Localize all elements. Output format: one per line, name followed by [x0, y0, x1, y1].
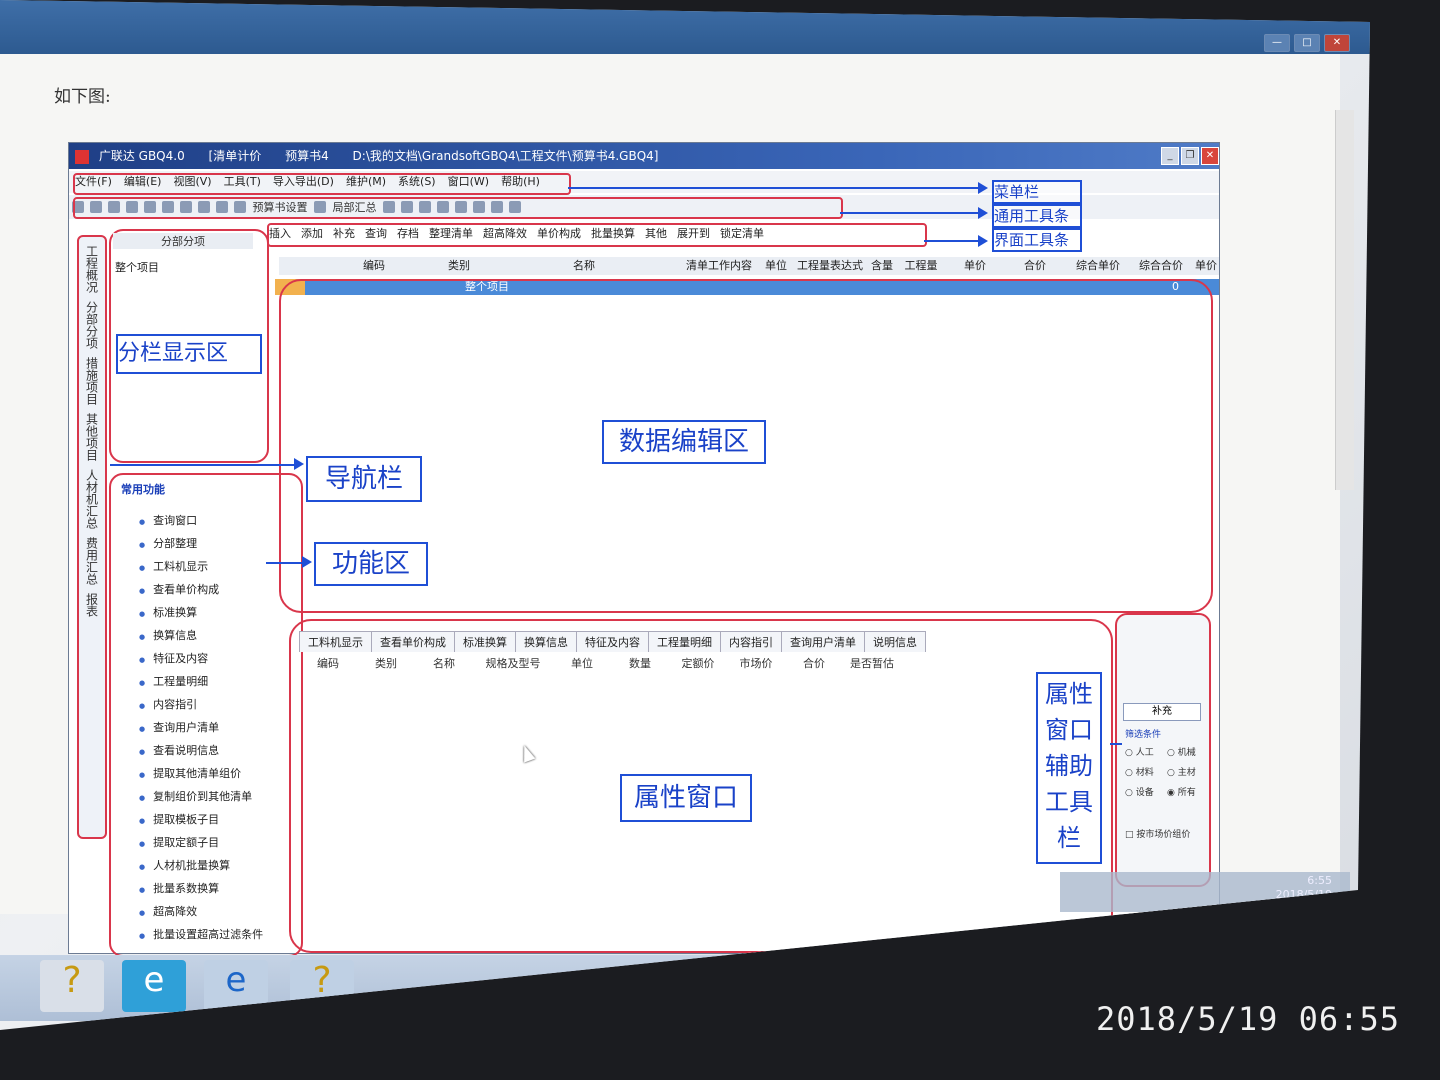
function-item[interactable]: 批量设置超高过滤条件: [139, 923, 309, 946]
tab-measures[interactable]: 措施项目: [84, 357, 101, 405]
document-scrollbar[interactable]: [1335, 110, 1354, 490]
function-title: 常用功能: [121, 483, 165, 496]
app-logo-icon: [75, 149, 89, 164]
arrow-head-icon: [294, 458, 304, 470]
tray-date: 2018/5/19: [1275, 888, 1332, 901]
option-machine[interactable]: ○ 机械: [1167, 745, 1196, 758]
app-window-controls: _ ❐ ✕: [1161, 147, 1219, 165]
ie-browser-icon[interactable]: e: [204, 960, 268, 1012]
col-unit-price-2[interactable]: 单价: [1191, 257, 1221, 273]
monitor-screen: — □ ✕ 如下图: 广联达 GBQ4.0 [清单计价 预算书4 D:\我的文档…: [0, 0, 1370, 1030]
split-header: 分部分项: [113, 233, 253, 249]
label-navbar: 导航栏: [306, 456, 422, 502]
option-main-material[interactable]: ○ 主材: [1167, 765, 1196, 778]
browser-app-icon[interactable]: e: [122, 960, 186, 1012]
fill-button[interactable]: 补充: [1123, 703, 1201, 721]
help-app-icon[interactable]: ?: [40, 960, 104, 1012]
arrow-line: [924, 240, 978, 242]
col-name[interactable]: 名称: [489, 257, 679, 273]
market-price-checkbox[interactable]: □ 按市场价组价: [1125, 827, 1201, 840]
col-qty[interactable]: 工程量: [897, 257, 945, 273]
arrow-line: [568, 187, 978, 189]
help-app-icon-2[interactable]: ?: [290, 960, 354, 1012]
interface-toolbar-highlight: [267, 223, 927, 247]
arrow-head-icon: [302, 556, 312, 568]
col-qty-expr[interactable]: 工程量表达式: [793, 257, 867, 273]
col-comp-total[interactable]: 综合合价: [1131, 257, 1191, 273]
app-minimize-button[interactable]: _: [1161, 147, 1179, 165]
app-close-button[interactable]: ✕: [1201, 147, 1219, 165]
label-data-edit: 数据编辑区: [602, 420, 766, 464]
col-content[interactable]: 含量: [867, 257, 897, 273]
minimize-button[interactable]: —: [1264, 34, 1290, 52]
label-property-aux: 属性窗口辅助工具栏: [1036, 672, 1102, 864]
arrow-head-icon: [978, 235, 988, 247]
arrow-line: [110, 464, 296, 466]
col-work-content[interactable]: 清单工作内容: [679, 257, 759, 273]
outer-window-titlebar: [0, 0, 1370, 54]
tray-time: 6:55: [1307, 874, 1332, 887]
col-unit[interactable]: 单位: [759, 257, 793, 273]
col-comp-price[interactable]: 综合单价: [1065, 257, 1131, 273]
function-item[interactable]: 特征及内容: [139, 647, 309, 670]
label-property-window: 属性窗口: [620, 774, 752, 822]
function-item[interactable]: 换算信息: [139, 624, 309, 647]
close-button[interactable]: ✕: [1324, 34, 1350, 52]
grid-header: 编码 类别 名称 清单工作内容 单位 工程量表达式 含量 工程量 单价 合价 综合单价 综合合价 单价: [279, 257, 1219, 275]
arrow-line: [1110, 743, 1122, 745]
function-item[interactable]: 提取模板子目: [139, 808, 309, 831]
arrow-head-icon: [978, 207, 988, 219]
app-titlebar: 广联达 GBQ4.0 [清单计价 预算书4 D:\我的文档\GrandsoftG…: [69, 143, 1219, 169]
tab-reports[interactable]: 报表: [84, 593, 101, 617]
arrow-head-icon: [978, 182, 988, 194]
split-tree-item[interactable]: 整个项目: [115, 259, 159, 275]
tab-materials-summary[interactable]: 人材机汇总: [84, 469, 101, 529]
function-item[interactable]: 查询用户清单: [139, 716, 309, 739]
maximize-button[interactable]: □: [1294, 34, 1320, 52]
tab-other-items[interactable]: 其他项目: [84, 413, 101, 461]
common-toolbar-highlight: [73, 197, 843, 219]
tab-project-overview[interactable]: 工程概况: [84, 245, 101, 293]
function-item[interactable]: 超高降效: [139, 900, 309, 923]
label-interface-toolbar: 界面工具条: [992, 228, 1082, 252]
title-part: 预算书4: [285, 149, 329, 163]
option-labor[interactable]: ○ 人工: [1125, 745, 1154, 758]
function-item[interactable]: 内容指引: [139, 693, 309, 716]
menubar-highlight: [73, 173, 571, 195]
function-item[interactable]: 工程量明细: [139, 670, 309, 693]
vertical-tab-strip: 工程概况 分部分项 措施项目 其他项目 人材机汇总 费用汇总 报表: [77, 235, 107, 839]
function-item[interactable]: 查看说明信息: [139, 739, 309, 762]
filter-title: 筛选条件: [1125, 730, 1162, 740]
col-code[interactable]: 编码: [319, 257, 429, 273]
function-item[interactable]: 人材机批量换算: [139, 854, 309, 877]
option-all[interactable]: ◉ 所有: [1167, 785, 1196, 798]
function-item[interactable]: 批量系数换算: [139, 877, 309, 900]
col-unit-price[interactable]: 单价: [945, 257, 1005, 273]
label-function-area: 功能区: [314, 542, 428, 586]
arrow-line: [266, 562, 304, 564]
title-part: [清单计价: [208, 149, 262, 163]
tab-sub-items[interactable]: 分部分项: [84, 301, 101, 349]
document-caption: 如下图:: [54, 87, 111, 107]
function-item[interactable]: 提取定额子目: [139, 831, 309, 854]
arrow-line: [840, 212, 978, 214]
tray-clock[interactable]: 6:55 2018/5/19: [1276, 874, 1332, 902]
label-menubar: 菜单栏: [992, 180, 1082, 204]
photo-timestamp: 2018/5/19 06:55: [1096, 1000, 1400, 1038]
app-restore-button[interactable]: ❐: [1181, 147, 1199, 165]
option-equipment[interactable]: ○ 设备: [1125, 785, 1154, 798]
label-split-display: 分栏显示区: [116, 334, 262, 374]
outer-window-controls: — □ ✕: [1264, 34, 1350, 52]
title-part: D:\我的文档\GrandsoftGBQ4\工程文件\预算书4.GBQ4]: [352, 149, 659, 163]
function-item[interactable]: 复制组价到其他清单: [139, 785, 309, 808]
title-part: 广联达 GBQ4.0: [98, 149, 185, 163]
tab-cost-summary[interactable]: 费用汇总: [84, 537, 101, 585]
label-common-toolbar: 通用工具条: [992, 204, 1082, 228]
function-item[interactable]: 提取其他清单组价: [139, 762, 309, 785]
option-material[interactable]: ○ 材料: [1125, 765, 1154, 778]
col-total[interactable]: 合价: [1005, 257, 1065, 273]
col-type[interactable]: 类别: [429, 257, 489, 273]
system-tray: 6:55 2018/5/19: [1060, 872, 1350, 912]
